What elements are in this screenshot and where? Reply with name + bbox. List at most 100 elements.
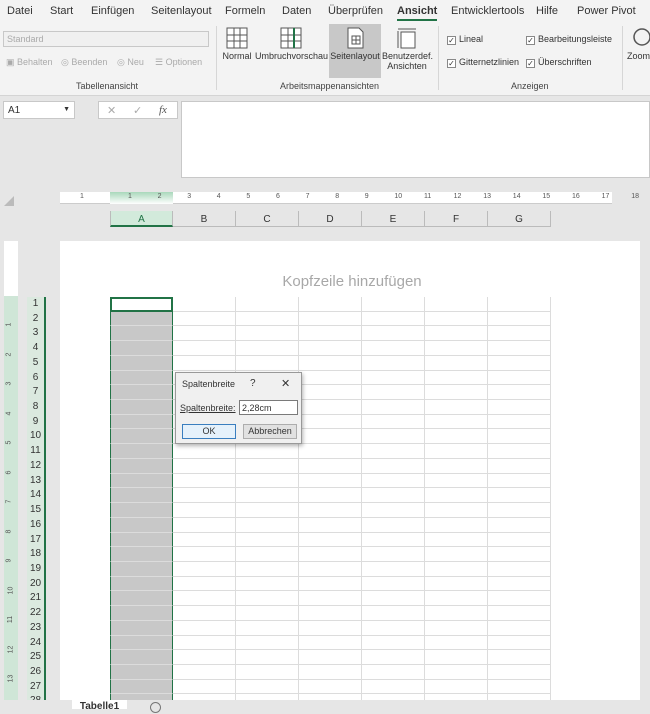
exit-button[interactable]: ◎ Beenden — [61, 57, 107, 68]
cell-C21[interactable] — [236, 591, 299, 607]
cell-A25[interactable] — [110, 650, 173, 665]
column-header-B[interactable]: B — [173, 211, 236, 227]
cell-C15[interactable] — [236, 503, 299, 518]
close-button[interactable]: ✕ — [281, 377, 290, 390]
cell-D10[interactable] — [299, 429, 362, 445]
cell-A10[interactable] — [110, 429, 173, 445]
cell-F20[interactable] — [425, 576, 488, 592]
cell-E1[interactable] — [362, 297, 425, 312]
cell-E24[interactable] — [362, 635, 425, 651]
cell-F25[interactable] — [425, 650, 488, 665]
cell-A17[interactable] — [110, 532, 173, 548]
row-header[interactable]: 8 — [27, 400, 46, 415]
cell-B20[interactable] — [173, 576, 236, 592]
cell-G13[interactable] — [488, 473, 551, 489]
ruler-checkbox[interactable]: ✓ Lineal — [447, 34, 483, 45]
normal-view-button[interactable]: Normal — [220, 24, 254, 78]
row-header[interactable]: 5 — [27, 355, 46, 371]
cell-B16[interactable] — [173, 517, 236, 533]
cell-E19[interactable] — [362, 561, 425, 577]
cell-F22[interactable] — [425, 606, 488, 621]
cell-B26[interactable] — [173, 665, 236, 680]
cell-E23[interactable] — [362, 620, 425, 636]
row-header[interactable]: 18 — [27, 547, 46, 562]
cell-D20[interactable] — [299, 576, 362, 592]
cell-G23[interactable] — [488, 620, 551, 636]
select-all-corner[interactable] — [4, 196, 14, 206]
cell-G17[interactable] — [488, 532, 551, 548]
column-header-C[interactable]: C — [236, 211, 299, 227]
cell-A14[interactable] — [110, 488, 173, 504]
column-header-A[interactable]: A — [110, 211, 173, 227]
cell-G8[interactable] — [488, 400, 551, 415]
cell-F26[interactable] — [425, 665, 488, 680]
cell-C17[interactable] — [236, 532, 299, 548]
row-header[interactable]: 19 — [27, 561, 46, 577]
cell-G26[interactable] — [488, 665, 551, 680]
cell-D19[interactable] — [299, 561, 362, 577]
cell-B11[interactable] — [173, 444, 236, 459]
cell-A9[interactable] — [110, 414, 173, 430]
cell-D2[interactable] — [299, 311, 362, 327]
cell-B12[interactable] — [173, 458, 236, 474]
cell-E17[interactable] — [362, 532, 425, 548]
row-header[interactable]: 23 — [27, 620, 46, 636]
cell-C27[interactable] — [236, 679, 299, 695]
cell-B1[interactable] — [173, 297, 236, 312]
cell-F12[interactable] — [425, 458, 488, 474]
cell-G18[interactable] — [488, 547, 551, 562]
cell-G16[interactable] — [488, 517, 551, 533]
menu-ueberpruefen[interactable]: Überprüfen — [328, 5, 383, 17]
cell-F19[interactable] — [425, 561, 488, 577]
row-header[interactable]: 26 — [27, 665, 46, 680]
cell-G20[interactable] — [488, 576, 551, 592]
cell-E27[interactable] — [362, 679, 425, 695]
cell-D11[interactable] — [299, 444, 362, 459]
cell-C18[interactable] — [236, 547, 299, 562]
headings-checkbox[interactable]: ✓ Überschriften — [526, 57, 592, 68]
cell-E14[interactable] — [362, 488, 425, 504]
cell-E13[interactable] — [362, 473, 425, 489]
cell-G24[interactable] — [488, 635, 551, 651]
add-sheet-icon[interactable] — [150, 702, 161, 713]
cell-E12[interactable] — [362, 458, 425, 474]
cell-C4[interactable] — [236, 341, 299, 356]
cell-B25[interactable] — [173, 650, 236, 665]
insert-function-icon[interactable]: fx — [159, 104, 167, 116]
row-header[interactable]: 22 — [27, 606, 46, 621]
cell-D17[interactable] — [299, 532, 362, 548]
cell-E4[interactable] — [362, 341, 425, 356]
cell-F18[interactable] — [425, 547, 488, 562]
cell-G15[interactable] — [488, 503, 551, 518]
cell-G21[interactable] — [488, 591, 551, 607]
formula-input[interactable] — [181, 101, 650, 178]
cell-E8[interactable] — [362, 400, 425, 415]
cell-B27[interactable] — [173, 679, 236, 695]
cell-A3[interactable] — [110, 326, 173, 342]
cell-C26[interactable] — [236, 665, 299, 680]
cell-C20[interactable] — [236, 576, 299, 592]
cell-B3[interactable] — [173, 326, 236, 342]
cell-E5[interactable] — [362, 355, 425, 371]
cell-F7[interactable] — [425, 385, 488, 401]
cell-G10[interactable] — [488, 429, 551, 445]
cell-C11[interactable] — [236, 444, 299, 459]
cell-E11[interactable] — [362, 444, 425, 459]
cell-E26[interactable] — [362, 665, 425, 680]
column-header-E[interactable]: E — [362, 211, 425, 227]
cell-F21[interactable] — [425, 591, 488, 607]
menu-seitenlayout[interactable]: Seitenlayout — [151, 5, 212, 17]
options-button[interactable]: ☰ Optionen — [155, 57, 202, 68]
gridlines-checkbox[interactable]: ✓ Gitternetzlinien — [447, 57, 519, 68]
row-header[interactable]: 15 — [27, 503, 46, 518]
cell-C23[interactable] — [236, 620, 299, 636]
cell-F11[interactable] — [425, 444, 488, 459]
menu-hilfe[interactable]: Hilfe — [536, 5, 558, 17]
cell-G14[interactable] — [488, 488, 551, 504]
menu-daten[interactable]: Daten — [282, 5, 311, 17]
cell-G9[interactable] — [488, 414, 551, 430]
cell-F24[interactable] — [425, 635, 488, 651]
cell-D1[interactable] — [299, 297, 362, 312]
cell-D3[interactable] — [299, 326, 362, 342]
cell-F27[interactable] — [425, 679, 488, 695]
